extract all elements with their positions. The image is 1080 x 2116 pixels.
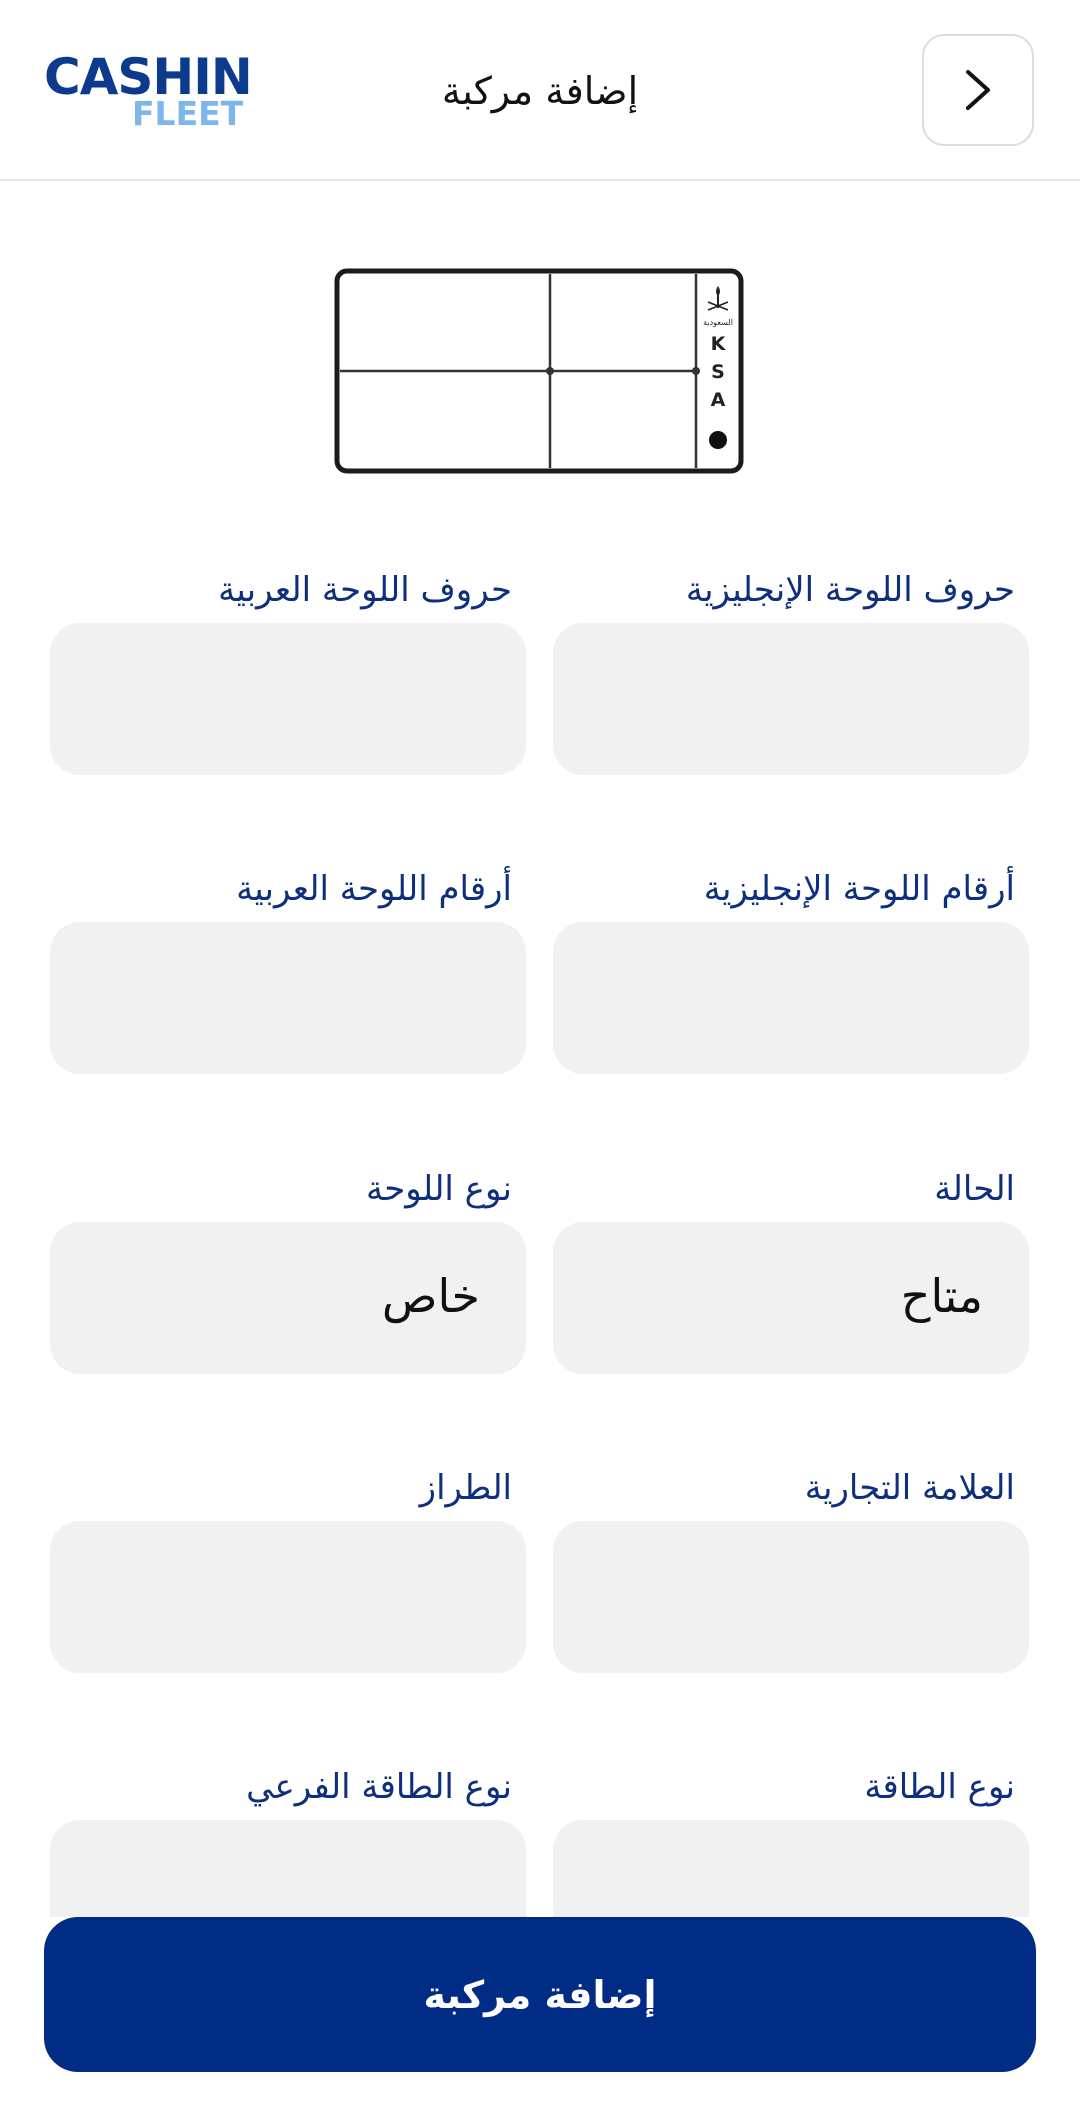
arabic-numbers-label: أرقام اللوحة العربية — [236, 869, 512, 909]
license-plate-illustration: السعودية K S A — [334, 268, 744, 474]
english-numbers-input[interactable] — [553, 922, 1029, 1074]
status-select[interactable]: متاح — [553, 1222, 1029, 1374]
model-select[interactable] — [50, 1521, 526, 1673]
plate-type-select[interactable]: خاص — [50, 1222, 526, 1374]
arabic-letters-label: حروف اللوحة العربية — [218, 570, 512, 610]
brand-select[interactable] — [553, 1521, 1029, 1673]
plate-type-value: خاص — [381, 1269, 480, 1323]
brand-label: العلامة التجارية — [804, 1468, 1015, 1508]
app-header: CASHIN FLEET إضافة مركبة — [0, 0, 1080, 181]
page-title: إضافة مركبة — [441, 69, 639, 113]
add-vehicle-button[interactable]: إضافة مركبة — [44, 1917, 1036, 2072]
plate-letter-a: A — [711, 389, 726, 411]
chevron-right-icon — [966, 70, 990, 110]
english-letters-input[interactable] — [553, 623, 1029, 775]
english-letters-label: حروف اللوحة الإنجليزية — [685, 570, 1015, 610]
plate-type-label: نوع اللوحة — [366, 1169, 512, 1209]
arabic-letters-input[interactable] — [50, 623, 526, 775]
bottom-action-bar: إضافة مركبة — [0, 1917, 1080, 2116]
back-button[interactable] — [922, 34, 1034, 146]
plate-letter-s: S — [711, 361, 725, 383]
cashin-fleet-logo: CASHIN FLEET — [44, 52, 253, 133]
status-label: الحالة — [934, 1169, 1015, 1209]
plate-letter-k: K — [711, 333, 727, 355]
arabic-numbers-input[interactable] — [50, 922, 526, 1074]
plate-country-label: السعودية — [703, 318, 733, 327]
plate-dot — [709, 431, 727, 449]
energy-type-label: نوع الطاقة — [864, 1767, 1015, 1807]
model-label: الطراز — [419, 1468, 512, 1508]
status-value: متاح — [900, 1269, 983, 1323]
energy-subtype-label: نوع الطاقة الفرعي — [246, 1767, 512, 1807]
english-numbers-label: أرقام اللوحة الإنجليزية — [703, 869, 1015, 909]
logo-wordmark-fleet: FLEET — [132, 94, 244, 133]
